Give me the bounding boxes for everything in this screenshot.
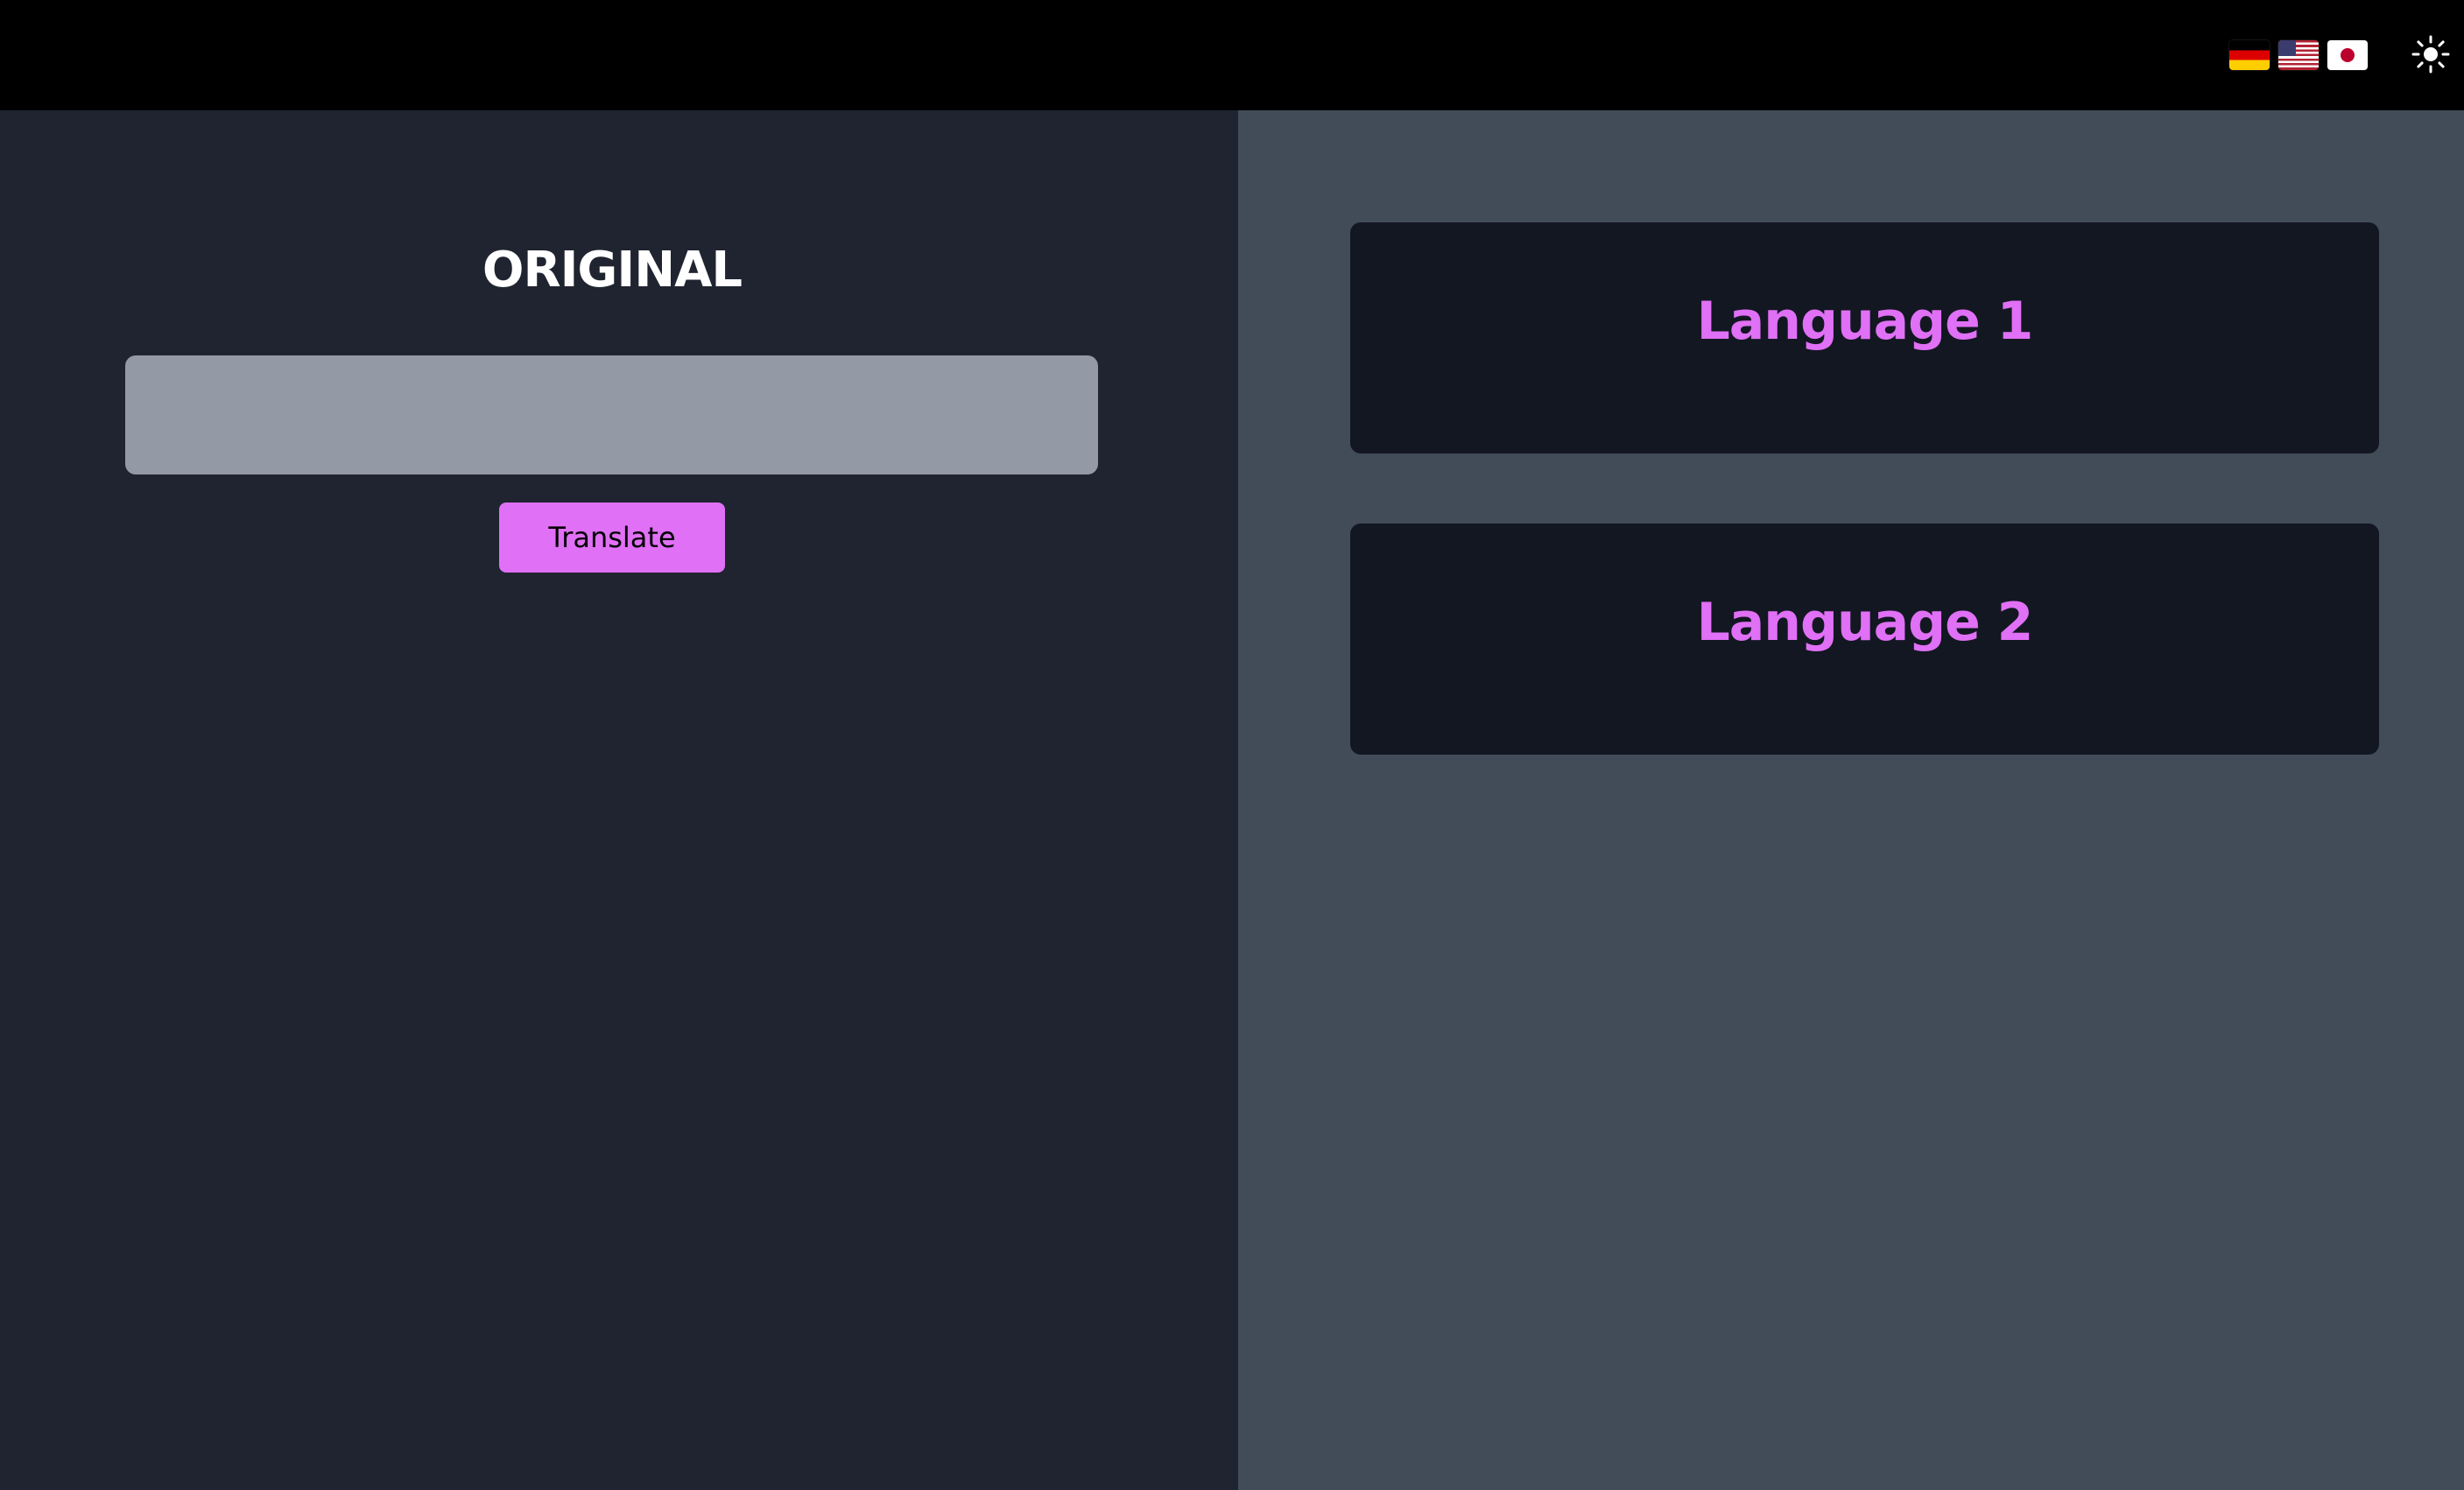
top-bar: [0, 0, 2464, 110]
translate-button[interactable]: Translate: [499, 503, 725, 573]
sun-icon[interactable]: [2410, 33, 2452, 75]
language-switcher: [2229, 35, 2368, 75]
language-1-card: Language 1: [1350, 222, 2379, 453]
flag-jp-icon[interactable]: [2327, 40, 2368, 70]
flag-us-icon[interactable]: [2278, 40, 2319, 70]
original-text-input[interactable]: [125, 355, 1098, 474]
language-1-title: Language 1: [1696, 291, 2034, 352]
original-panel: ORIGINAL Translate: [0, 110, 1238, 1490]
language-2-card: Language 2: [1350, 524, 2379, 755]
results-panel: Language 1 Language 2: [1238, 110, 2464, 1490]
language-2-title: Language 2: [1696, 592, 2034, 653]
original-title: ORIGINAL: [482, 242, 743, 299]
flag-de-icon[interactable]: [2229, 40, 2270, 70]
